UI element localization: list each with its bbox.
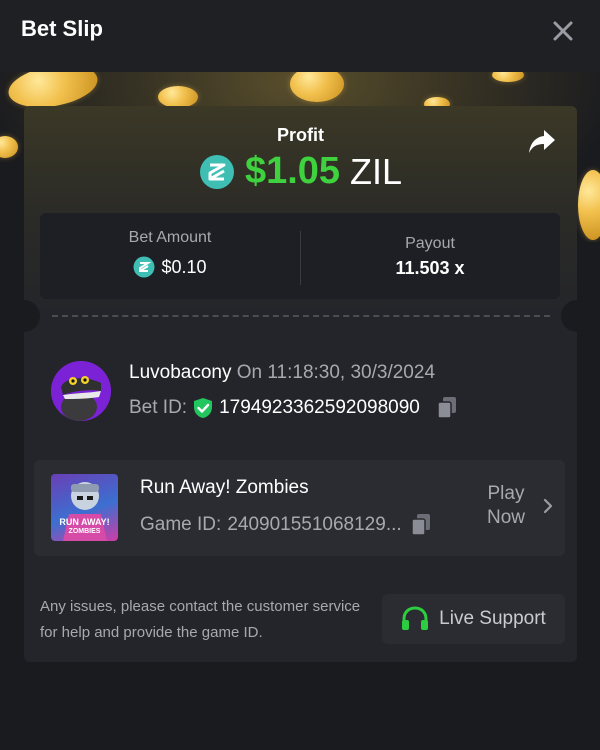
profit-amount: $1.05 — [244, 150, 341, 192]
page-title: Bet Slip — [21, 16, 103, 41]
close-icon[interactable] — [552, 20, 574, 42]
bet-id-label: Bet ID: — [129, 397, 188, 418]
game-card: RUN AWAY! ZOMBIES Run Away! Zombies Game… — [34, 460, 565, 556]
support-notice: Any issues, please contact the customer … — [40, 598, 361, 641]
copy-icon[interactable] — [436, 396, 458, 420]
zilliqa-coin-icon — [133, 256, 155, 278]
bet-id-value: 1794923362592098090 — [219, 397, 420, 418]
game-id-line: Game ID: 240901551068129... — [140, 513, 432, 537]
header-bar: Bet Slip — [0, 0, 600, 72]
chevron-right-icon — [543, 498, 553, 514]
game-thumbnail-title: RUN AWAY! ZOMBIES — [59, 517, 110, 536]
live-support-label: Live Support — [439, 608, 546, 629]
profit-row: $1.05 ZIL — [24, 150, 577, 193]
bet-user-line: Luvobacony On 11:18:30, 30/3/2024 — [129, 362, 435, 384]
crocodile-avatar-icon — [51, 361, 111, 421]
game-thumbnail[interactable]: RUN AWAY! ZOMBIES — [51, 474, 118, 541]
bet-amount-value: $0.10 — [161, 256, 207, 277]
share-icon[interactable] — [527, 128, 557, 154]
play-now-label: Play Now — [486, 483, 525, 528]
shield-check-icon — [194, 398, 213, 418]
live-support-button[interactable]: Live Support — [382, 594, 565, 644]
bet-slip-card: Profit $1.05 ZIL Bet Amount $0.10 Payout… — [8, 106, 593, 662]
ticket-divider — [52, 315, 550, 317]
avatar — [51, 361, 111, 421]
copy-icon[interactable] — [410, 513, 432, 537]
ticket-notch-left — [8, 300, 40, 332]
bet-id-line: Bet ID: 1794923362592098090 — [129, 396, 458, 420]
bet-amount-stat: Bet Amount $0.10 — [40, 213, 300, 299]
play-now-button[interactable]: Play Now — [487, 480, 553, 532]
bet-stats: Bet Amount $0.10 Payout 11.503 x — [40, 213, 560, 299]
payout-stat: Payout 11.503 x — [300, 213, 560, 299]
coin-decoration — [578, 170, 600, 240]
bet-amount-label: Bet Amount — [128, 229, 212, 246]
profit-label: Profit — [277, 125, 324, 145]
headset-icon — [402, 606, 429, 630]
coin-decoration — [158, 86, 198, 108]
bet-amount-row: $0.10 — [40, 256, 300, 278]
username: Luvobacony — [129, 362, 232, 383]
profit-currency: ZIL — [350, 150, 403, 192]
coin-decoration — [290, 72, 344, 102]
game-id-label: Game ID: — [140, 514, 222, 535]
game-id-value: 240901551068129... — [227, 514, 402, 535]
game-name: Run Away! Zombies — [140, 477, 309, 498]
ticket-notch-right — [561, 300, 593, 332]
bet-timestamp: On 11:18:30, 30/3/2024 — [236, 362, 436, 383]
coin-decoration — [492, 72, 524, 82]
coin-decoration — [0, 136, 18, 158]
payout-label: Payout — [405, 235, 455, 252]
payout-value: 11.503 x — [395, 258, 465, 278]
zilliqa-coin-icon — [199, 154, 234, 189]
